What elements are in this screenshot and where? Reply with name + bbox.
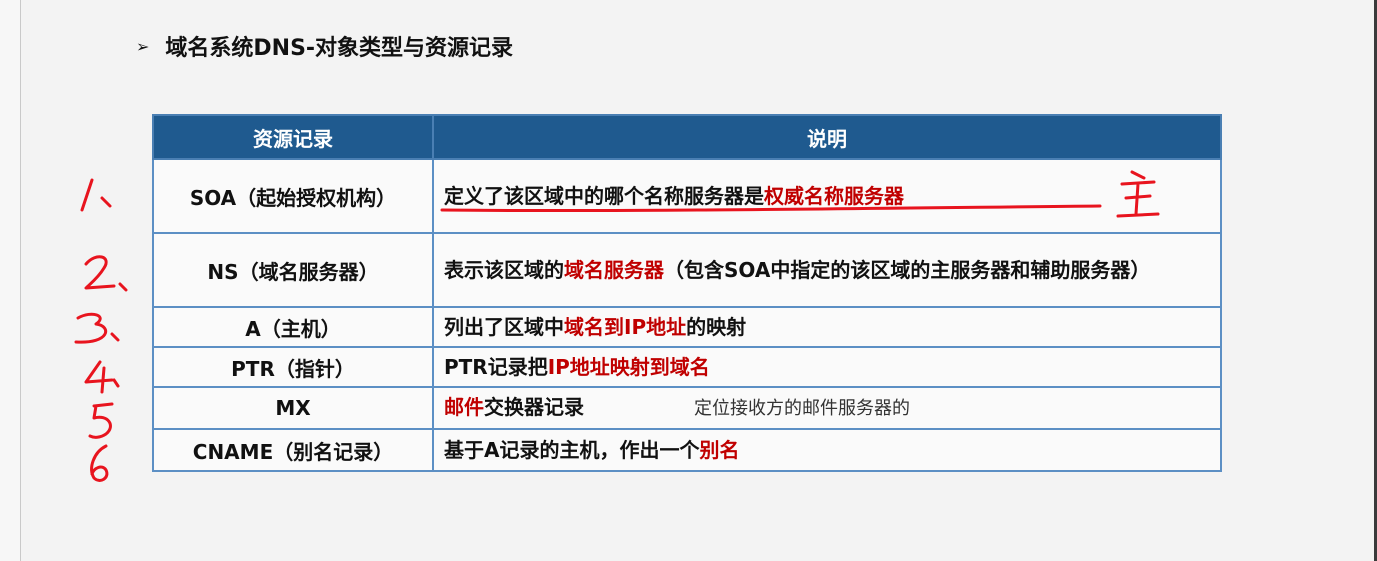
annotation-number-5: [88, 402, 114, 439]
annotation-comma-1: [100, 196, 112, 208]
annotation-number-2: [84, 255, 116, 290]
annotation-comma-3: [110, 332, 120, 342]
annotation-mark-zhu: [1116, 170, 1160, 218]
annotation-number-4: [84, 360, 114, 394]
annotation-number-6: [90, 444, 109, 482]
annotation-comma-4: [112, 378, 120, 388]
annotation-number-3: [74, 312, 107, 344]
annotation-number-1: [80, 178, 94, 212]
annotation-comma-2: [118, 282, 128, 292]
annotation-underline: [440, 204, 1102, 213]
ink-annotations: [74, 170, 1160, 482]
